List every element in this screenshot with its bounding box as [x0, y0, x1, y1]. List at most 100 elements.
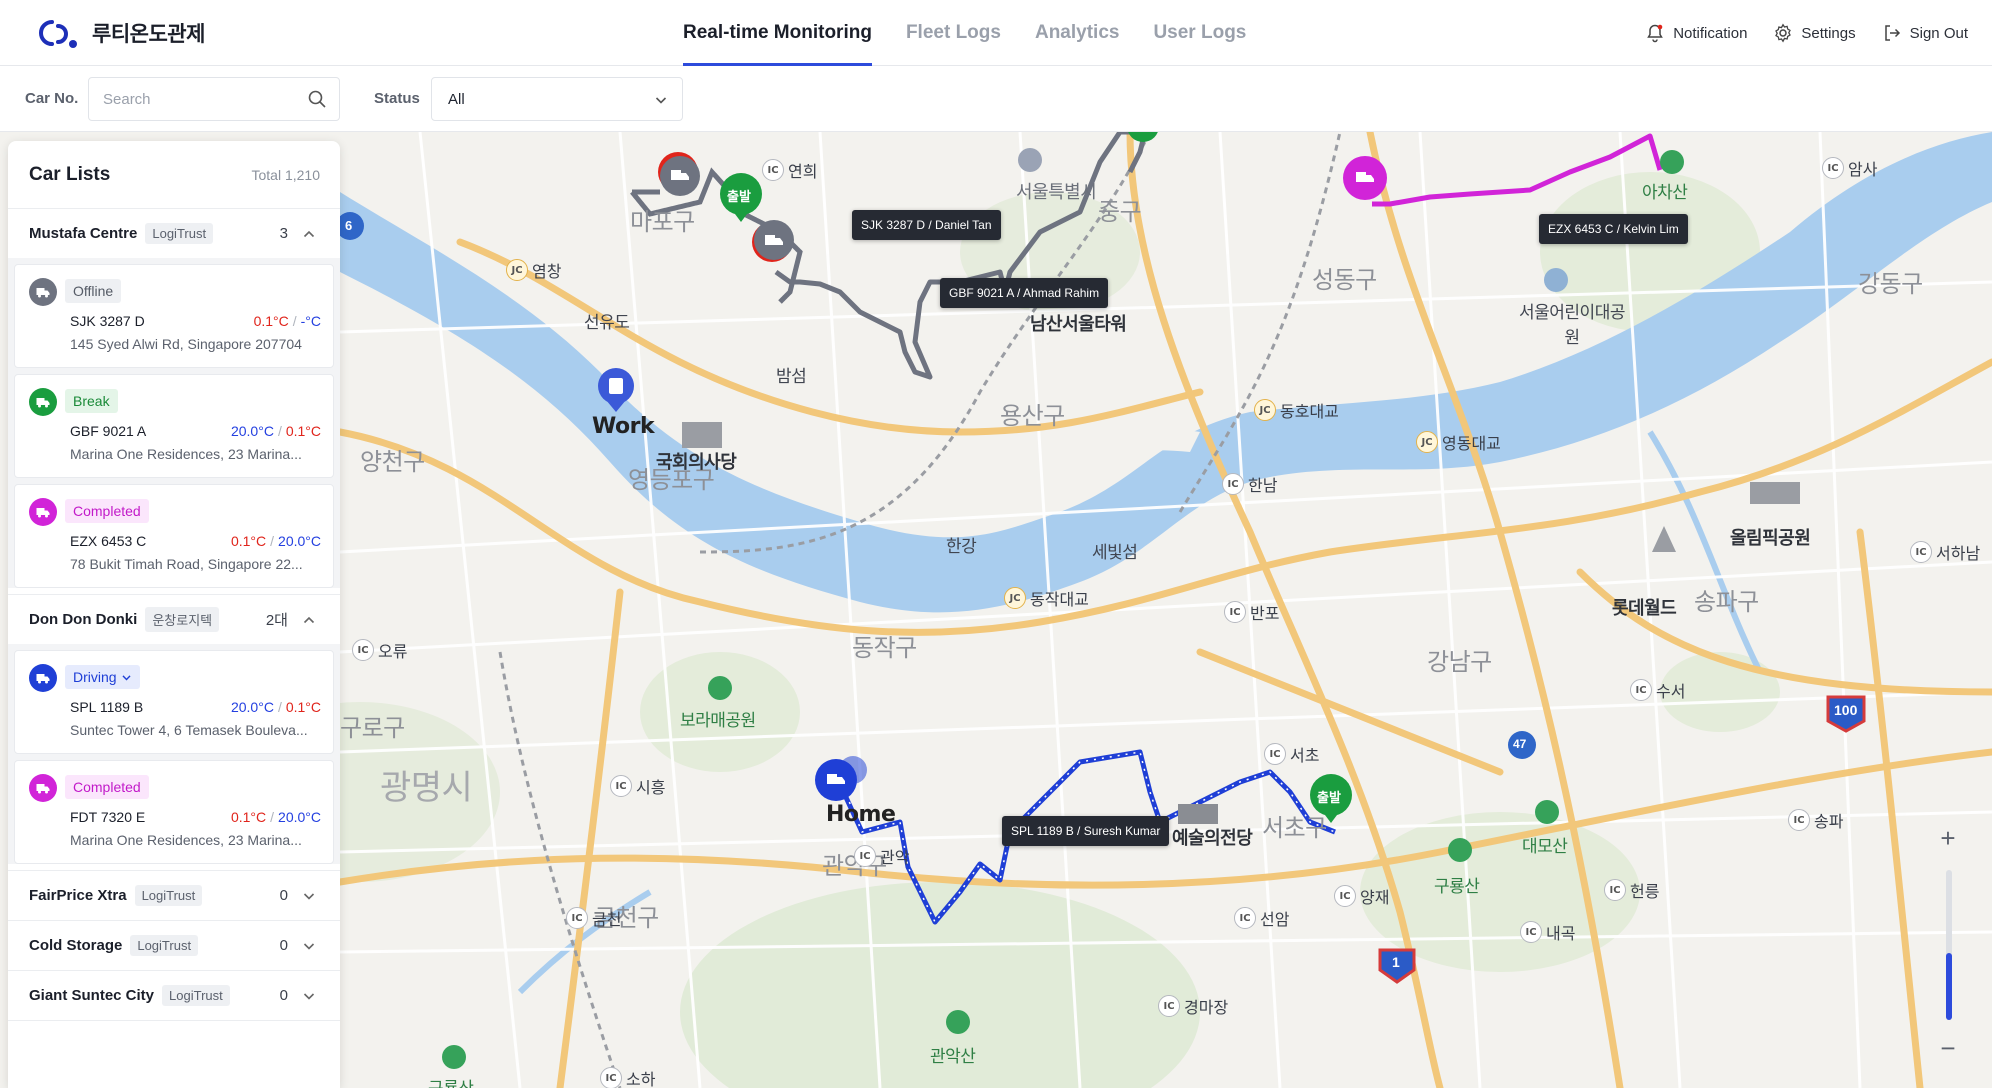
settings-button[interactable]: Settings	[1773, 23, 1856, 43]
poi-guryongsan: 구룡산	[1434, 877, 1480, 897]
car-address: Marina One Residences, 23 Marina...	[70, 446, 302, 462]
vehicle-tooltip-ezx: EZX 6453 C / Kelvin Lim	[1539, 214, 1688, 244]
car-list-title: Car Lists	[29, 163, 111, 185]
notification-button[interactable]: Notification	[1645, 23, 1747, 43]
group-count: 3	[279, 225, 288, 242]
status-label: Status	[374, 90, 420, 107]
car-list-panel: Car Lists Total 1,210 Mustafa Centre Log…	[8, 141, 340, 1088]
car-plate: FDT 7320 E	[70, 809, 146, 825]
poi-gwanaksan: 관악산	[930, 1047, 976, 1067]
car-card[interactable]: Completed EZX 6453 C 0.1°C/20.0°C 78 Buk…	[14, 484, 334, 588]
poi-achasan: 아차산	[1642, 183, 1688, 203]
car-list-header: Car Lists Total 1,210	[8, 141, 340, 209]
group-header[interactable]: Mustafa Centre LogiTrust 3	[8, 209, 340, 258]
brand-logo[interactable]: 루티온도관제	[32, 16, 205, 50]
district-label-gangnam: 강남구	[1427, 648, 1492, 676]
car-card[interactable]: Offline SJK 3287 D 0.1°C / -°C 145 Syed Al…	[14, 264, 334, 368]
ic-gyeongmajang: IC 경마장	[1158, 994, 1228, 1018]
poi-lotte-world: 롯데월드	[1612, 598, 1677, 619]
chevron-down-icon[interactable]	[302, 889, 316, 903]
ic-yangjae: IC 양재	[1334, 884, 1389, 908]
logo-icon	[39, 20, 77, 48]
car-card-list: Driving SPL 1189 B 20.0°C/0.1°C Suntec T…	[8, 644, 340, 864]
car-card-list: Offline SJK 3287 D 0.1°C / -°C 145 Syed Al…	[8, 258, 340, 588]
status-badge: Completed	[65, 499, 149, 523]
work-pin-label: Work	[592, 414, 655, 439]
car-list-total: Total 1,210	[251, 166, 321, 183]
vehicle-marker-completed[interactable]	[1343, 156, 1387, 200]
group-tag: LogiTrust	[162, 985, 230, 1006]
district-label-gangdong: 강동구	[1858, 270, 1923, 298]
chevron-down-icon	[655, 97, 667, 104]
group-name: Don Don Donki	[29, 611, 138, 628]
tab-analytics[interactable]: Analytics	[1035, 0, 1119, 66]
zoom-out-button[interactable]: −	[1930, 1030, 1966, 1066]
settings-label: Settings	[1801, 24, 1856, 42]
status-badge: Offline	[65, 279, 122, 303]
gear-icon	[1775, 23, 1792, 43]
group-mustafa-centre: Mustafa Centre LogiTrust 3 Offline SJK 3…	[8, 209, 340, 595]
zoom-in-button[interactable]: +	[1930, 820, 1966, 856]
truck-icon	[29, 278, 57, 306]
chevron-up-icon[interactable]	[302, 227, 316, 241]
district-label-yangcheon: 양천구	[360, 448, 425, 476]
truck-icon	[29, 498, 57, 526]
district-label-mapo: 마포구	[630, 208, 695, 236]
poi-seonyudo: 선유도	[584, 313, 630, 333]
status-badge-label: Driving	[73, 669, 117, 685]
group-cold-storage: Cold Storage LogiTrust 0	[8, 921, 340, 971]
group-count: 2대	[265, 612, 288, 629]
status-select-value: All	[448, 90, 465, 108]
status-select[interactable]: All	[431, 77, 683, 121]
car-temps: 0.1°C/20.0°C	[230, 809, 321, 825]
car-search-input[interactable]	[103, 90, 303, 108]
zoom-control: + −	[1930, 820, 1966, 1066]
ic-yeomchang: JC 염창	[506, 258, 561, 282]
car-card[interactable]: Driving SPL 1189 B 20.0°C/0.1°C Suntec T…	[14, 650, 334, 754]
ic-seohanam: IC 서하남	[1910, 540, 1980, 564]
route-shield-1-label: 1	[1392, 954, 1400, 970]
main-nav: Real-time Monitoring Fleet Logs Analytic…	[683, 0, 1246, 66]
group-name: Cold Storage	[29, 937, 123, 954]
group-fairprice-xtra: FairPrice Xtra LogiTrust 0	[8, 871, 340, 921]
poi-namsan-tower: 남산서울타워	[1030, 314, 1127, 335]
ic-yeongdong: JC 영동대교	[1416, 430, 1501, 454]
sign-out-button[interactable]: Sign Out	[1882, 23, 1968, 43]
group-header[interactable]: Don Don Donki 운창로지텍 2대	[8, 595, 340, 644]
home-pin-label: Home	[826, 802, 896, 827]
truck-icon	[29, 774, 57, 802]
vehicle-tooltip-gbf: GBF 9021 A / Ahmad Rahim	[940, 278, 1109, 308]
group-header[interactable]: Cold Storage LogiTrust 0	[8, 921, 340, 970]
zoom-slider[interactable]	[1946, 870, 1952, 1020]
group-header[interactable]: Giant Suntec City LogiTrust 0	[8, 971, 340, 1020]
route-shield-100-label: 100	[1834, 702, 1858, 718]
car-card[interactable]: Completed FDT 7320 E 0.1°C/20.0°C Marina…	[14, 760, 334, 864]
top-header: 루티온도관제 Real-time Monitoring Fleet Logs A…	[0, 0, 1992, 66]
group-tag: LogiTrust	[134, 885, 203, 906]
ic-dongjak: JC 동작대교	[1004, 586, 1089, 610]
car-card[interactable]: Break GBF 9021 A 20.0°C/0.1°C Marina One…	[14, 374, 334, 478]
district-label-seongdong: 성동구	[1312, 266, 1377, 294]
group-count: 0	[279, 987, 288, 1004]
tab-user-logs[interactable]: User Logs	[1153, 0, 1246, 66]
sign-out-label: Sign Out	[1909, 24, 1968, 42]
car-temps: 0.1°C / -°C	[253, 313, 321, 329]
ic-ori: IC 오류	[352, 638, 407, 662]
ic-soha: IC 소하	[600, 1066, 655, 1088]
chevron-down-icon[interactable]	[302, 939, 316, 953]
group-name: FairPrice Xtra	[29, 887, 127, 904]
poi-olympic-park: 올림픽공원	[1730, 528, 1811, 549]
tab-fleet-logs[interactable]: Fleet Logs	[906, 0, 1001, 66]
group-header[interactable]: FairPrice Xtra LogiTrust 0	[8, 871, 340, 920]
status-badge-dropdown[interactable]: Driving	[65, 665, 140, 689]
group-don-don-donki: Don Don Donki 운창로지텍 2대 Driving SPL 1189 …	[8, 595, 340, 871]
chevron-down-icon[interactable]	[302, 989, 316, 1003]
search-icon[interactable]	[307, 89, 327, 109]
car-search-box	[88, 77, 340, 121]
chevron-up-icon[interactable]	[302, 613, 316, 627]
poi-art-center: 예술의전당	[1172, 828, 1253, 849]
tab-real-time-monitoring[interactable]: Real-time Monitoring	[683, 0, 872, 66]
notification-label: Notification	[1673, 24, 1748, 42]
zoom-slider-fill	[1946, 952, 1952, 1020]
group-tag: LogiTrust	[145, 223, 214, 244]
